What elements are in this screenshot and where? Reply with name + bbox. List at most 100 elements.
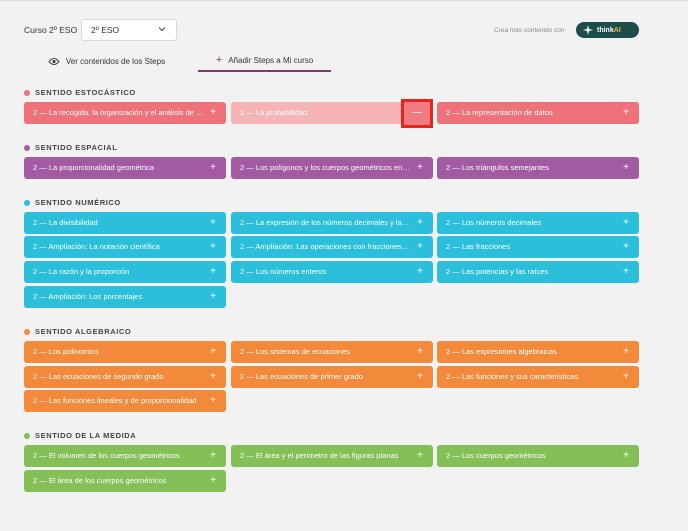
- tab-anadir-steps[interactable]: + Añadir Steps a Mi curso: [198, 50, 331, 72]
- add-icon[interactable]: +: [417, 341, 423, 362]
- step-card[interactable]: 2 — Los números enteros +: [231, 261, 433, 283]
- section-dot: [24, 432, 30, 439]
- section-title-text: SENTIDO ESTOCÁSTICO: [35, 88, 136, 97]
- add-icon[interactable]: +: [623, 366, 629, 387]
- add-icon[interactable]: +: [210, 286, 216, 307]
- step-card-label: 2 — Las fracciones: [446, 242, 511, 251]
- section-dot: [24, 199, 30, 206]
- step-card-label: 2 — Los cuerpos geométricos: [446, 451, 546, 460]
- section-title-algebraico: SENTIDO ALGEBRAICO: [24, 327, 131, 336]
- step-card-label: 2 — Los números enteros: [240, 267, 327, 276]
- step-card-label: 2 — Las ecuaciones de primer grado: [240, 372, 363, 381]
- step-card[interactable]: 2 — La razón y la proporción +: [24, 261, 226, 283]
- add-icon[interactable]: +: [417, 366, 423, 387]
- eye-icon: [48, 57, 60, 66]
- step-card[interactable]: 2 — Las potencias y las raíces +: [437, 261, 639, 283]
- step-card-label: 2 — Las funciones lineales y de proporci…: [33, 396, 197, 405]
- step-card[interactable]: 2 — Las expresiones algebraicas +: [437, 341, 639, 363]
- add-icon[interactable]: +: [210, 390, 216, 411]
- section-title-text: SENTIDO ESPACIAL: [35, 143, 118, 152]
- step-card-label: 2 — Ampliación: Las operaciones con frac…: [240, 242, 433, 251]
- think-prompt: Crea más contenido con: [494, 27, 565, 34]
- add-icon[interactable]: +: [210, 236, 216, 257]
- add-icon[interactable]: +: [210, 470, 216, 491]
- add-icon[interactable]: +: [210, 366, 216, 387]
- step-card-label: 2 — Las funciones y sus características: [446, 372, 579, 381]
- plus-icon: +: [215, 54, 223, 66]
- step-card[interactable]: 2 — La divisibilidad +: [24, 212, 226, 234]
- add-icon[interactable]: +: [623, 102, 629, 123]
- course-select-value: 2º ESO: [91, 25, 120, 35]
- step-card-label: 2 — El área de los cuerpos geométricos: [33, 476, 167, 485]
- think-brand-b: AI: [613, 26, 621, 34]
- step-card[interactable]: 2 — La representación de datos +: [437, 102, 639, 124]
- add-icon[interactable]: +: [623, 341, 629, 362]
- add-icon[interactable]: +: [623, 261, 629, 282]
- step-card-label: 2 — Los polinomios: [33, 347, 99, 356]
- step-card-label: 2 — El área y el perímetro de las figura…: [240, 451, 399, 460]
- add-icon[interactable]: +: [623, 445, 629, 466]
- step-card[interactable]: 2 — El área de los cuerpos geométricos +: [24, 470, 226, 492]
- step-card[interactable]: 2 — Las ecuaciones de segundo grado +: [24, 366, 226, 388]
- step-card[interactable]: 2 — La expresión de los números decimale…: [231, 212, 433, 234]
- add-icon[interactable]: +: [210, 445, 216, 466]
- section-title-text: SENTIDO ALGEBRAICO: [35, 327, 132, 336]
- step-card[interactable]: 2 — Ampliación: La notación científica +: [24, 236, 226, 258]
- tab-label: Añadir Steps a Mi curso: [228, 55, 314, 65]
- step-card[interactable]: 2 — Las fracciones +: [437, 236, 639, 258]
- tab-label: Ver contenidos de los Steps: [65, 56, 166, 66]
- add-icon[interactable]: +: [210, 341, 216, 362]
- section-dot: [24, 89, 30, 96]
- step-card-label: 2 — La expresión de los números decimale…: [240, 218, 433, 227]
- course-label: Curso 2º ESO: [24, 25, 78, 35]
- add-icon[interactable]: +: [210, 261, 216, 282]
- add-icon[interactable]: +: [417, 157, 423, 178]
- step-card[interactable]: 2 — Las funciones lineales y de proporci…: [24, 390, 226, 412]
- step-card[interactable]: 2 — Las ecuaciones de primer grado +: [231, 366, 433, 388]
- step-card[interactable]: 2 — El área y el perímetro de las figura…: [231, 445, 433, 467]
- step-card-label: 2 — La proporcionalidad geométrica: [33, 163, 154, 172]
- step-card[interactable]: 2 — La proporcionalidad geométrica +: [24, 157, 226, 179]
- step-card[interactable]: 2 — Ampliación: Las operaciones con frac…: [231, 236, 433, 258]
- section-title-estocastico: SENTIDO ESTOCÁSTICO: [24, 88, 136, 97]
- add-icon[interactable]: +: [210, 212, 216, 233]
- add-icon[interactable]: +: [417, 212, 423, 233]
- add-icon[interactable]: +: [417, 261, 423, 282]
- step-card-label: 2 — El volumen de los cuerpos geométrico…: [33, 451, 180, 460]
- step-card[interactable]: 2 — La recogida, la organización y el an…: [24, 102, 226, 124]
- section-title-numerico: SENTIDO NUMÉRICO: [24, 198, 121, 207]
- step-card-label: 2 — Las expresiones algebraicas: [446, 347, 557, 356]
- add-icon[interactable]: +: [210, 157, 216, 178]
- highlight-box: [401, 99, 433, 128]
- add-icon[interactable]: +: [623, 212, 629, 233]
- step-card[interactable]: 2 — Los polinomios +: [24, 341, 226, 363]
- section-title-text: SENTIDO NUMÉRICO: [35, 198, 121, 207]
- think-brand-a: think: [597, 26, 614, 34]
- step-card[interactable]: 2 — Las funciones y sus características …: [437, 366, 639, 388]
- add-icon[interactable]: +: [210, 102, 216, 123]
- thinkai-button[interactable]: think AI: [576, 22, 639, 38]
- add-icon[interactable]: +: [417, 236, 423, 257]
- step-card-label: 2 — La recogida, la organización y el an…: [33, 108, 226, 117]
- course-select[interactable]: 2º ESO: [81, 19, 177, 41]
- step-card[interactable]: 2 — Los polígonos y los cuerpos geométri…: [231, 157, 433, 179]
- step-card-label: 2 — Ampliación: La notación científica: [33, 242, 160, 251]
- step-card[interactable]: 2 — El volumen de los cuerpos geométrico…: [24, 445, 226, 467]
- step-card-label: 2 — La representación de datos: [446, 108, 553, 117]
- step-card[interactable]: 2 — Ampliación: Los porcentajes +: [24, 286, 226, 308]
- step-card-label: 2 — Los números decimales: [446, 218, 542, 227]
- add-icon[interactable]: +: [623, 157, 629, 178]
- section-dot: [24, 328, 30, 335]
- tab-ver-contenidos[interactable]: Ver contenidos de los Steps: [40, 50, 173, 72]
- step-card-label: 2 — Los sistemas de ecuaciones: [240, 347, 351, 356]
- chevron-down-icon: [157, 24, 167, 36]
- step-card[interactable]: 2 — Los sistemas de ecuaciones +: [231, 341, 433, 363]
- step-card[interactable]: 2 — Los números decimales +: [437, 212, 639, 234]
- step-card[interactable]: 2 — Los triángulos semejantes +: [437, 157, 639, 179]
- add-icon[interactable]: +: [623, 236, 629, 257]
- step-card-label: 2 — Ampliación: Los porcentajes: [33, 292, 143, 301]
- add-icon[interactable]: +: [417, 445, 423, 466]
- top-divider: [0, 0, 688, 1]
- step-card[interactable]: 2 — Los cuerpos geométricos +: [437, 445, 639, 467]
- step-card-label: 2 — La probabilidad: [240, 108, 308, 117]
